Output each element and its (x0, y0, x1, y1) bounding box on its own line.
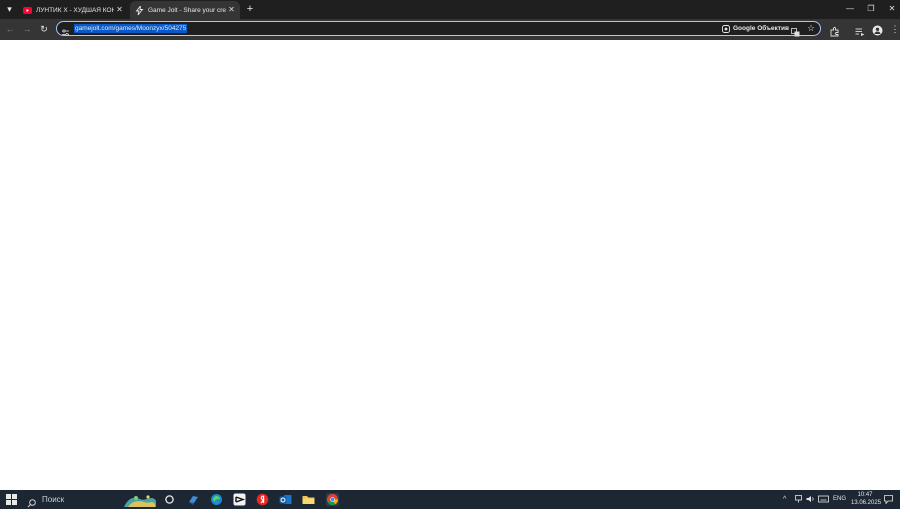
tab-close-icon[interactable]: ✕ (227, 5, 236, 14)
clock-date: 13.06.2025 (851, 500, 882, 506)
edge-icon[interactable] (210, 493, 223, 506)
reload-icon[interactable]: ↻ (38, 23, 50, 35)
site-info-icon[interactable] (61, 24, 70, 37)
forward-arrow-icon[interactable]: → (21, 23, 33, 35)
page-content (0, 40, 900, 490)
language-indicator[interactable]: ENG (833, 495, 846, 504)
network-icon[interactable] (795, 495, 804, 506)
address-bar[interactable]: gamejolt.com/games/Moonzyx/504275 Google… (56, 21, 821, 37)
media-controls-icon[interactable] (855, 24, 865, 36)
volume-icon[interactable] (806, 495, 815, 506)
outlook-icon[interactable] (279, 493, 292, 506)
url-text[interactable]: gamejolt.com/games/Moonzyx/504275 (74, 24, 188, 33)
cortana-icon[interactable] (163, 493, 176, 506)
tab-close-icon[interactable]: ✕ (115, 5, 124, 14)
tab-youtube[interactable]: ЛУНТИК X - ХУДШАЯ КОНЦОВКА ✕ (18, 1, 128, 19)
close-window-icon[interactable]: ✕ (883, 2, 900, 16)
back-arrow-icon[interactable]: ← (4, 23, 16, 35)
windows-start-icon[interactable] (6, 494, 17, 505)
profile-avatar-icon[interactable] (872, 23, 883, 36)
app-shortcut-icon[interactable] (187, 493, 200, 506)
restore-icon[interactable]: ❐ (862, 2, 880, 16)
show-hidden-icons-chevron-icon[interactable]: ^ (783, 495, 786, 504)
notifications-icon[interactable] (884, 495, 893, 507)
yandex-browser-icon[interactable] (256, 493, 269, 506)
gamejolt-icon (135, 5, 144, 15)
youtube-icon (23, 6, 32, 15)
search-placeholder: Поиск (42, 495, 65, 504)
file-explorer-icon[interactable] (302, 493, 315, 506)
google-lens-button[interactable]: Google Объектив (722, 23, 789, 34)
clock-time: 10:47 (857, 492, 873, 498)
windows-taskbar: Поиск ^ ENG 10:47 13.06.2025 (0, 490, 900, 509)
system-clock[interactable]: 10:47 13.06.2025 (851, 491, 882, 507)
lens-label: Google Объектив (733, 25, 789, 32)
menu-kebab-icon[interactable]: ⋮ (890, 24, 900, 34)
chrome-icon[interactable] (326, 493, 339, 506)
lens-icon (722, 20, 730, 38)
new-tab-button[interactable]: + (244, 3, 256, 15)
tab-strip: ▾ ЛУНТИК X - ХУДШАЯ КОНЦОВКА ✕ Game Jolt… (0, 0, 900, 19)
tab-title: Game Jolt - Share your creations (148, 6, 226, 14)
keyboard-icon[interactable] (818, 495, 829, 506)
tab-title: ЛУНТИК X - ХУДШАЯ КОНЦОВКА (36, 6, 114, 14)
minimize-icon[interactable]: — (841, 2, 859, 16)
translate-icon[interactable] (791, 24, 800, 37)
search-highlight-image (122, 492, 158, 507)
search-icon (27, 495, 36, 508)
extensions-icon[interactable] (830, 24, 840, 37)
browser-toolbar: ← → ↻ gamejolt.com/games/Moonzyx/504275 … (0, 19, 900, 40)
capcut-icon[interactable] (233, 493, 246, 506)
bookmark-star-icon[interactable]: ☆ (807, 24, 816, 33)
taskbar-search[interactable]: Поиск (21, 492, 158, 508)
tab-gamejolt[interactable]: Game Jolt - Share your creations ✕ (130, 1, 240, 19)
tab-search-chevron-icon[interactable]: ▾ (3, 3, 16, 16)
